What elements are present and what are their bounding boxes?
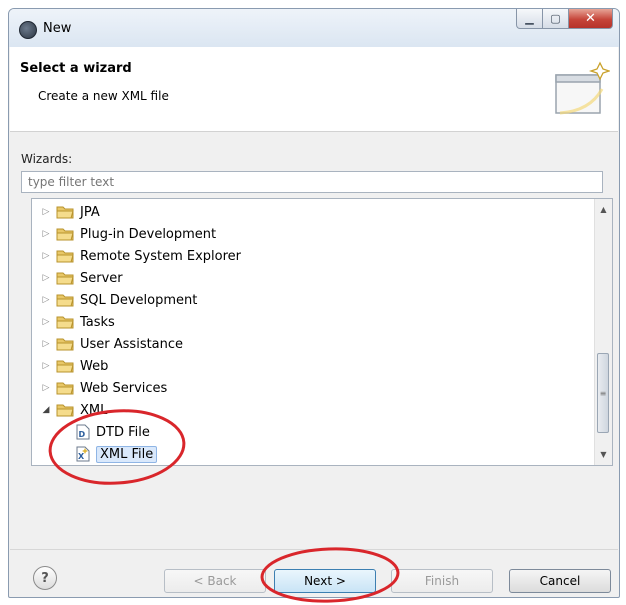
window-title: New <box>43 21 72 36</box>
tree-item-web-services[interactable]: ▷ Web Services <box>40 377 168 399</box>
tree-item-label: Server <box>80 270 123 286</box>
tree-item-label: User Assistance <box>80 336 184 352</box>
tree-item-label: Web <box>80 358 109 374</box>
maximize-icon: ▢ <box>550 12 561 25</box>
wizards-label: Wizards: <box>21 152 73 166</box>
wizard-tree[interactable]: ▷ JPA ▷ Plug-in Development ▷ Remote Sys… <box>31 198 613 466</box>
tree-item-xml-file[interactable]: X XML File <box>76 443 158 465</box>
filter-input[interactable] <box>21 171 603 193</box>
folder-icon <box>56 228 74 241</box>
tree-item-label: XML <box>80 402 108 418</box>
svg-text:D: D <box>79 430 86 439</box>
xml-file-icon: X <box>76 446 90 462</box>
eclipse-app-icon <box>19 21 37 39</box>
close-button[interactable]: ✕ <box>569 9 613 29</box>
new-wizard-dialog: New ▁ ▢ ✕ Select a wizard Create a new X… <box>8 8 620 598</box>
folder-icon <box>56 382 74 395</box>
folder-icon <box>56 206 74 219</box>
tree-item-plugin-development[interactable]: ▷ Plug-in Development <box>40 223 217 245</box>
tree-item-xml[interactable]: ◢ XML <box>40 399 108 421</box>
scroll-up-arrow-icon[interactable]: ▲ <box>595 201 612 218</box>
back-button[interactable]: < Back <box>164 569 266 593</box>
tree-item-label: Remote System Explorer <box>80 248 242 264</box>
expand-arrow-icon[interactable]: ▷ <box>40 207 52 217</box>
tree-item-web[interactable]: ▷ Web <box>40 355 109 377</box>
finish-button[interactable]: Finish <box>391 569 493 593</box>
expand-arrow-icon[interactable]: ▷ <box>40 229 52 239</box>
tree-scrollbar[interactable]: ▲ ≡ ▼ <box>594 199 612 465</box>
dtd-file-icon: D <box>76 424 90 440</box>
header-description: Create a new XML file <box>38 89 169 103</box>
header-title: Select a wizard <box>20 61 132 76</box>
tree-item-user-assistance[interactable]: ▷ User Assistance <box>40 333 184 355</box>
expand-arrow-icon[interactable]: ▷ <box>40 383 52 393</box>
tree-item-jpa[interactable]: ▷ JPA <box>40 201 100 223</box>
tree-item-dtd-file[interactable]: D DTD File <box>76 421 150 443</box>
wizard-banner-icon <box>555 61 610 115</box>
title-bar[interactable]: New ▁ ▢ ✕ <box>9 9 619 47</box>
expand-arrow-icon[interactable]: ▷ <box>40 251 52 261</box>
collapse-arrow-icon[interactable]: ◢ <box>40 405 52 415</box>
scroll-down-arrow-icon[interactable]: ▼ <box>595 446 612 463</box>
folder-icon <box>56 338 74 351</box>
tree-item-label-selected: XML File <box>96 445 158 463</box>
folder-icon <box>56 294 74 307</box>
folder-icon <box>56 250 74 263</box>
footer-separator <box>10 549 618 550</box>
expand-arrow-icon[interactable]: ▷ <box>40 339 52 349</box>
scroll-thumb[interactable]: ≡ <box>597 353 609 433</box>
expand-arrow-icon[interactable]: ▷ <box>40 361 52 371</box>
folder-icon <box>56 360 74 373</box>
folder-open-icon <box>56 404 74 417</box>
tree-item-remote-system-explorer[interactable]: ▷ Remote System Explorer <box>40 245 242 267</box>
help-icon[interactable]: ? <box>33 566 57 590</box>
tree-item-label: Plug-in Development <box>80 226 217 242</box>
expand-arrow-icon[interactable]: ▷ <box>40 273 52 283</box>
tree-item-label: Tasks <box>80 314 115 330</box>
minimize-icon: ▁ <box>525 12 534 25</box>
wizard-header: Select a wizard Create a new XML file <box>10 47 618 132</box>
tree-item-server[interactable]: ▷ Server <box>40 267 123 289</box>
minimize-button[interactable]: ▁ <box>516 9 543 29</box>
window-controls: ▁ ▢ ✕ <box>516 9 613 30</box>
cancel-button[interactable]: Cancel <box>509 569 611 593</box>
next-button[interactable]: Next > <box>274 569 376 593</box>
tree-item-sql-development[interactable]: ▷ SQL Development <box>40 289 198 311</box>
tree-item-label: JPA <box>80 204 100 220</box>
maximize-button[interactable]: ▢ <box>543 9 569 29</box>
tree-item-label: DTD File <box>96 424 150 440</box>
close-icon: ✕ <box>585 11 596 26</box>
svg-text:X: X <box>78 452 85 461</box>
expand-arrow-icon[interactable]: ▷ <box>40 295 52 305</box>
folder-icon <box>56 272 74 285</box>
help-symbol: ? <box>41 570 49 586</box>
tree-item-tasks[interactable]: ▷ Tasks <box>40 311 115 333</box>
tree-item-label: SQL Development <box>80 292 198 308</box>
tree-item-label: Web Services <box>80 380 168 396</box>
folder-icon <box>56 316 74 329</box>
expand-arrow-icon[interactable]: ▷ <box>40 317 52 327</box>
